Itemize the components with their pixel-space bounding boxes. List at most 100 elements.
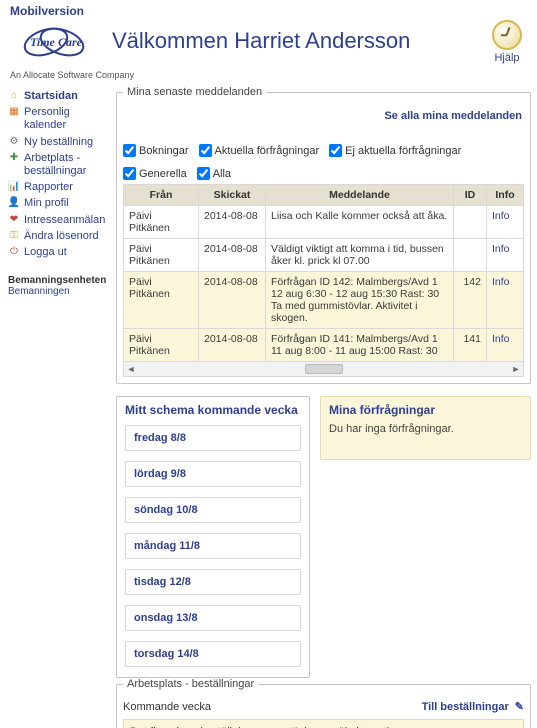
filter-bookings[interactable]: Bokningar <box>123 144 189 157</box>
schedule-day[interactable]: måndag 11/8 <box>125 533 301 559</box>
pencil-icon[interactable]: ✎ <box>515 700 524 713</box>
sidebar-item-home[interactable]: ⌂ Startsidan <box>8 90 106 103</box>
sidebar-item-label: Logga ut <box>24 246 67 259</box>
clock-icon <box>492 20 522 50</box>
cell-info: Info <box>487 239 524 272</box>
cell-id: 142 <box>454 272 487 329</box>
sidebar-item-heart[interactable]: ❤Intresseanmälan <box>8 214 106 227</box>
sidebar-item-key[interactable]: ⚿ Ändra lösenord <box>8 230 106 243</box>
info-link[interactable]: Info <box>492 333 510 345</box>
sidebar-group-link[interactable]: Bemanningen <box>8 286 106 297</box>
home-icon: ⌂ <box>8 90 20 102</box>
cell-id <box>454 239 487 272</box>
schedule-panel: Mitt schema kommande vecka fredag 8/8 lör… <box>116 396 310 678</box>
cell-info: Info <box>487 329 524 362</box>
schedule-day[interactable]: söndag 10/8 <box>125 497 301 523</box>
orders-subtitle: Kommande vecka <box>123 701 211 713</box>
messages-table: Från Skickat Meddelande ID Info Päivi Pi… <box>123 184 524 362</box>
schedule-day[interactable]: torsdag 14/8 <box>125 641 301 667</box>
filter-current[interactable]: Aktuella förfrågningar <box>199 144 320 157</box>
col-info[interactable]: Info <box>487 185 524 206</box>
messages-legend: Mina senaste meddelanden <box>123 86 266 98</box>
cell-message: Förfrågan ID 141: Malmbergs/Avd 1 11 aug… <box>266 329 454 362</box>
table-row: Päivi Pitkänen2014-08-08Liisa och Kalle … <box>124 206 524 239</box>
requests-title: Mina förfrågningar <box>329 403 522 417</box>
info-link[interactable]: Info <box>492 276 510 288</box>
cell-info: Info <box>487 272 524 329</box>
svg-text:Care: Care <box>58 35 83 49</box>
sidebar-item-plus[interactable]: ✚ Arbetplats - beställningar <box>8 152 106 178</box>
cell-sent: 2014-08-08 <box>199 272 266 329</box>
col-from[interactable]: Från <box>124 185 199 206</box>
orders-empty-text: Det finns inga beställningar som täcks a… <box>123 719 524 728</box>
filter-bookings-checkbox[interactable] <box>123 144 136 157</box>
filter-not-current[interactable]: Ej aktuella förfrågningar <box>329 144 461 157</box>
page-title: Välkommen Harriet Andersson <box>100 20 487 54</box>
table-row: Päivi Pitkänen2014-08-08Förfrågan ID 141… <box>124 329 524 362</box>
filter-general[interactable]: Generella <box>123 167 187 180</box>
cell-from: Päivi Pitkänen <box>124 329 199 362</box>
filter-not-current-checkbox[interactable] <box>329 144 342 157</box>
cell-sent: 2014-08-08 <box>199 206 266 239</box>
cell-sent: 2014-08-08 <box>199 239 266 272</box>
cell-id: 141 <box>454 329 487 362</box>
col-id[interactable]: ID <box>454 185 487 206</box>
sidebar-item-report[interactable]: 📊Rapporter <box>8 181 106 194</box>
scroll-left-icon[interactable]: ◄ <box>124 363 138 375</box>
filter-general-checkbox[interactable] <box>123 167 136 180</box>
schedule-day[interactable]: fredag 8/8 <box>125 425 301 451</box>
col-message[interactable]: Meddelande <box>266 185 454 206</box>
messages-panel: Mina senaste meddelanden Se alla mina me… <box>116 86 531 384</box>
key-icon: ⚿ <box>8 230 20 242</box>
schedule-day[interactable]: tisdag 12/8 <box>125 569 301 595</box>
sidebar-item-calendar[interactable]: ▦ Personlig kalender <box>8 106 106 132</box>
scroll-right-icon[interactable]: ► <box>509 363 523 375</box>
cell-message: Förfrågan ID 142: Malmbergs/Avd 1 12 aug… <box>266 272 454 329</box>
sidebar-item-label: Personlig kalender <box>24 106 106 132</box>
cell-message: Väldigt viktigt att komma i tid, bussen … <box>266 239 454 272</box>
cell-info: Info <box>487 206 524 239</box>
requests-empty-text: Du har inga förfrågningar. <box>321 423 530 459</box>
see-all-messages-link[interactable]: Se alla mina meddelanden <box>123 110 522 122</box>
schedule-title: Mitt schema kommande vecka <box>125 403 301 417</box>
scroll-thumb[interactable] <box>305 364 343 374</box>
sidebar-item-user[interactable]: 👤 Min profil <box>8 197 106 210</box>
sidebar-item-label: Intresseanmälan <box>24 214 105 227</box>
gear-icon: ⚙ <box>8 136 20 148</box>
cell-from: Päivi Pitkänen <box>124 239 199 272</box>
orders-panel: Arbetsplats - beställningar Kommande vec… <box>116 678 531 728</box>
power-icon: ⏻ <box>8 246 20 258</box>
sidebar-item-power[interactable]: ⏻ Logga ut <box>8 246 106 259</box>
info-link[interactable]: Info <box>492 243 510 255</box>
sidebar-item-gear[interactable]: ⚙Ny beställning <box>8 136 106 149</box>
filter-all[interactable]: Alla <box>197 167 231 180</box>
table-row: Päivi Pitkänen2014-08-08Väldigt viktigt … <box>124 239 524 272</box>
table-row: Päivi Pitkänen2014-08-08Förfrågan ID 142… <box>124 272 524 329</box>
calendar-icon: ▦ <box>8 106 20 118</box>
logo-subtitle: An Allocate Software Company <box>0 68 537 86</box>
sidebar-item-label: Ändra lösenord <box>24 230 99 243</box>
svg-text:Time: Time <box>30 35 56 49</box>
filter-current-checkbox[interactable] <box>199 144 212 157</box>
to-orders-link[interactable]: Till beställningar <box>422 701 509 713</box>
requests-panel: Mina förfrågningar Du har inga förfrågni… <box>320 396 531 460</box>
logo: Time Care <box>10 20 100 64</box>
schedule-day[interactable]: lördag 9/8 <box>125 461 301 487</box>
col-sent[interactable]: Skickat <box>199 185 266 206</box>
sidebar-item-label: Arbetplats - beställningar <box>24 152 106 178</box>
sidebar-item-label: Startsidan <box>24 90 78 103</box>
messages-scrollbar[interactable]: ◄ ► <box>123 362 524 377</box>
info-link[interactable]: Info <box>492 210 510 222</box>
schedule-day[interactable]: onsdag 13/8 <box>125 605 301 631</box>
report-icon: 📊 <box>8 181 20 193</box>
mobile-version-link[interactable]: Mobilversion <box>10 4 84 18</box>
help-label: Hjälp <box>494 52 519 64</box>
cell-from: Päivi Pitkänen <box>124 272 199 329</box>
plus-icon: ✚ <box>8 152 20 164</box>
filter-all-checkbox[interactable] <box>197 167 210 180</box>
help-button[interactable]: Hjälp <box>487 20 527 64</box>
user-icon: 👤 <box>8 197 20 209</box>
orders-legend: Arbetsplats - beställningar <box>123 678 258 690</box>
sidebar: ⌂ Startsidan ▦ Personlig kalender ⚙Ny bestäl… <box>0 86 108 728</box>
sidebar-item-label: Min profil <box>24 197 69 210</box>
